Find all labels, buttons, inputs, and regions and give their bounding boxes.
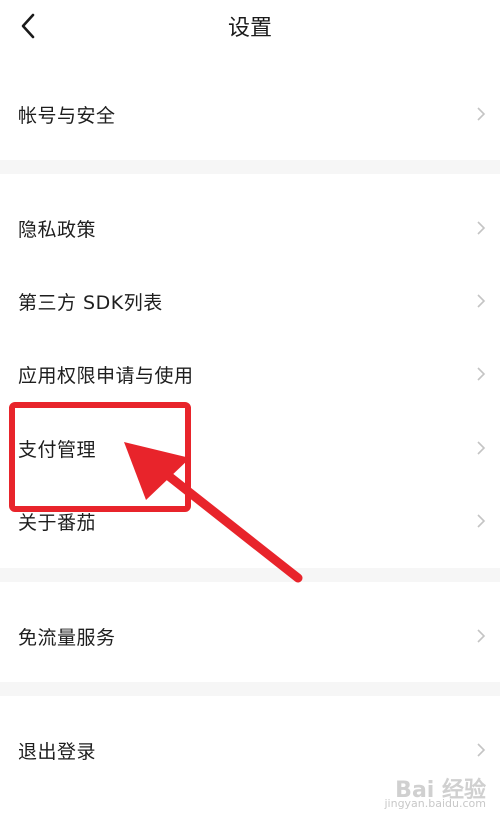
menu-item-free-data-service[interactable]: 免流量服务 xyxy=(0,608,500,664)
chevron-right-icon xyxy=(476,742,492,758)
chevron-right-icon xyxy=(476,440,492,456)
chevron-right-icon xyxy=(476,628,492,644)
chevron-right-icon xyxy=(476,220,492,236)
chevron-right-icon xyxy=(476,513,492,529)
watermark: Bai 经验 jingyan.baidu.com xyxy=(384,778,486,811)
menu-item-third-party-sdk[interactable]: 第三方 SDK列表 xyxy=(0,273,500,329)
menu-item-privacy-policy[interactable]: 隐私政策 xyxy=(0,200,500,256)
chevron-right-icon xyxy=(476,293,492,309)
watermark-brand: Bai 经验 xyxy=(395,778,486,803)
top-bar: 设置 xyxy=(0,0,500,58)
watermark-url: jingyan.baidu.com xyxy=(384,797,486,810)
section-separator xyxy=(0,160,500,174)
menu-item-account-security[interactable]: 帐号与安全 xyxy=(0,86,500,142)
annotation-arrow-icon xyxy=(124,442,303,583)
menu-item-app-permissions[interactable]: 应用权限申请与使用 xyxy=(0,346,500,402)
menu-item-label: 帐号与安全 xyxy=(18,104,116,127)
menu-item-label: 应用权限申请与使用 xyxy=(18,364,194,387)
menu-item-logout[interactable]: 退出登录 xyxy=(0,722,500,778)
menu-item-label: 第三方 SDK列表 xyxy=(18,291,163,314)
section-separator xyxy=(0,682,500,696)
chevron-right-icon xyxy=(476,366,492,382)
page-title: 设置 xyxy=(227,16,272,41)
menu-item-label: 隐私政策 xyxy=(18,218,97,241)
menu-item-label: 退出登录 xyxy=(18,740,97,763)
chevron-right-icon xyxy=(476,106,492,122)
menu-item-label: 免流量服务 xyxy=(18,626,116,649)
